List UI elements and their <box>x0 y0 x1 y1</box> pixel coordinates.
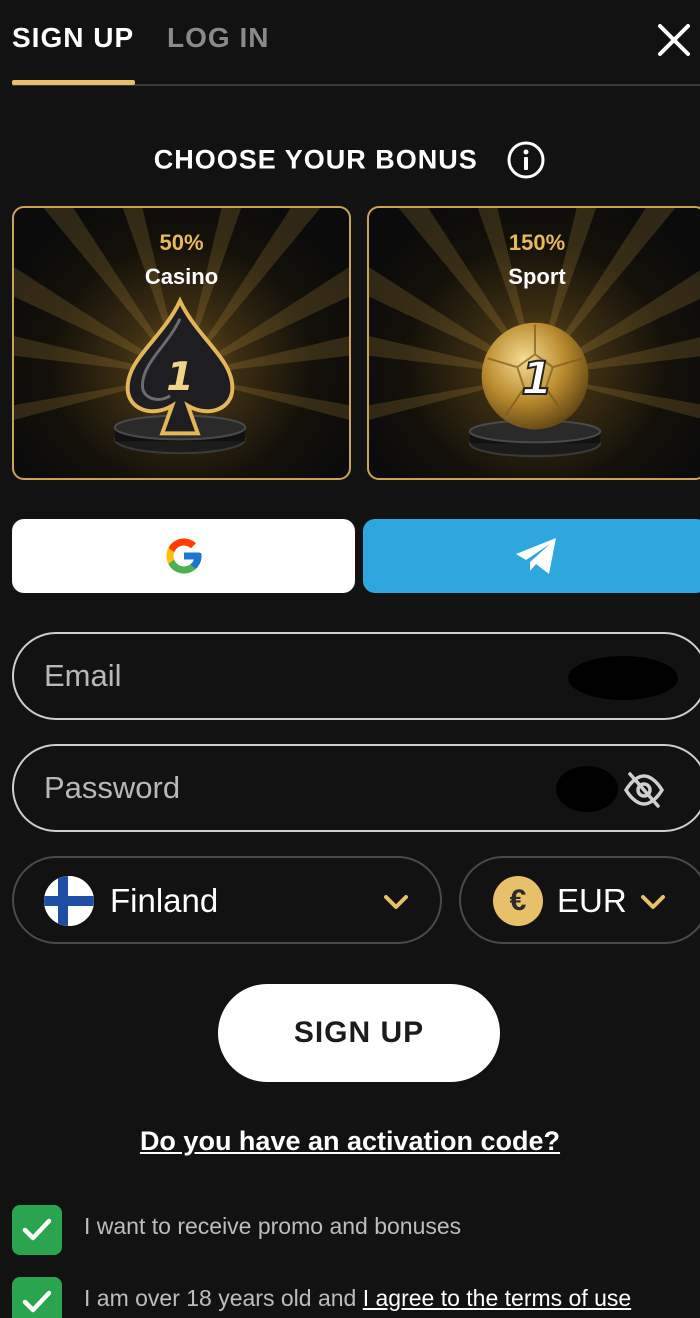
ball-badge-number: 1 <box>521 352 553 405</box>
password-input[interactable] <box>44 746 524 830</box>
telegram-signin-button[interactable] <box>363 519 700 593</box>
spade-trophy-icon: 1 <box>113 296 247 455</box>
euro-icon: € <box>493 876 543 926</box>
spade-badge-number: 1 <box>166 354 193 400</box>
bonus-card-sport[interactable]: 150% Sport 1 <box>367 206 700 480</box>
auth-tabs: SIGN UP LOG IN <box>12 0 700 86</box>
casino-bonus-label: Casino <box>144 264 219 289</box>
checkmark-icon <box>22 1290 52 1313</box>
age-consent-label: I am over 18 years old and I agree to th… <box>84 1285 631 1312</box>
bonus-title: CHOOSE YOUR BONUS <box>153 144 478 175</box>
google-signin-button[interactable] <box>12 519 355 593</box>
tab-log-in[interactable]: LOG IN <box>167 22 269 54</box>
google-icon <box>166 538 201 574</box>
football-trophy-icon: 1 <box>468 322 602 458</box>
country-value: Finland <box>110 882 219 919</box>
eye-slash-icon[interactable] <box>622 768 666 812</box>
redacted-mark <box>556 766 618 812</box>
terms-checkbox[interactable] <box>12 1277 62 1318</box>
country-select[interactable]: Finland <box>12 856 442 944</box>
bonus-card-casino[interactable]: 50% Casino 1 <box>12 206 351 480</box>
close-icon[interactable] <box>654 20 694 60</box>
sport-bonus-label: Sport <box>508 264 566 289</box>
currency-value: EUR <box>557 882 627 919</box>
promo-checkbox[interactable] <box>12 1205 62 1255</box>
activation-code-link[interactable]: Do you have an activation code? <box>0 1126 700 1157</box>
sign-up-button[interactable]: SIGN UP <box>218 984 500 1082</box>
email-field-wrapper <box>12 632 700 720</box>
finland-flag-icon <box>44 876 94 926</box>
checkmark-icon <box>22 1218 52 1241</box>
password-field-wrapper <box>12 744 700 832</box>
redacted-mark <box>568 656 678 700</box>
terms-of-use-link[interactable]: I agree to the terms of use <box>363 1285 631 1311</box>
chevron-down-icon <box>384 895 408 909</box>
chevron-down-icon <box>641 895 665 909</box>
currency-select[interactable]: € EUR <box>459 856 700 944</box>
promo-consent-label: I want to receive promo and bonuses <box>84 1213 462 1239</box>
tab-sign-up[interactable]: SIGN UP <box>12 22 134 54</box>
casino-bonus-percent: 50% <box>159 230 204 255</box>
email-input[interactable] <box>44 634 524 718</box>
bonus-heading: CHOOSE YOUR BONUS <box>0 140 700 180</box>
telegram-icon <box>515 538 556 574</box>
age-consent-text: I am over 18 years old and <box>84 1285 363 1311</box>
sport-bonus-percent: 150% <box>508 230 566 255</box>
info-icon[interactable] <box>506 140 546 180</box>
active-tab-indicator <box>12 80 135 85</box>
